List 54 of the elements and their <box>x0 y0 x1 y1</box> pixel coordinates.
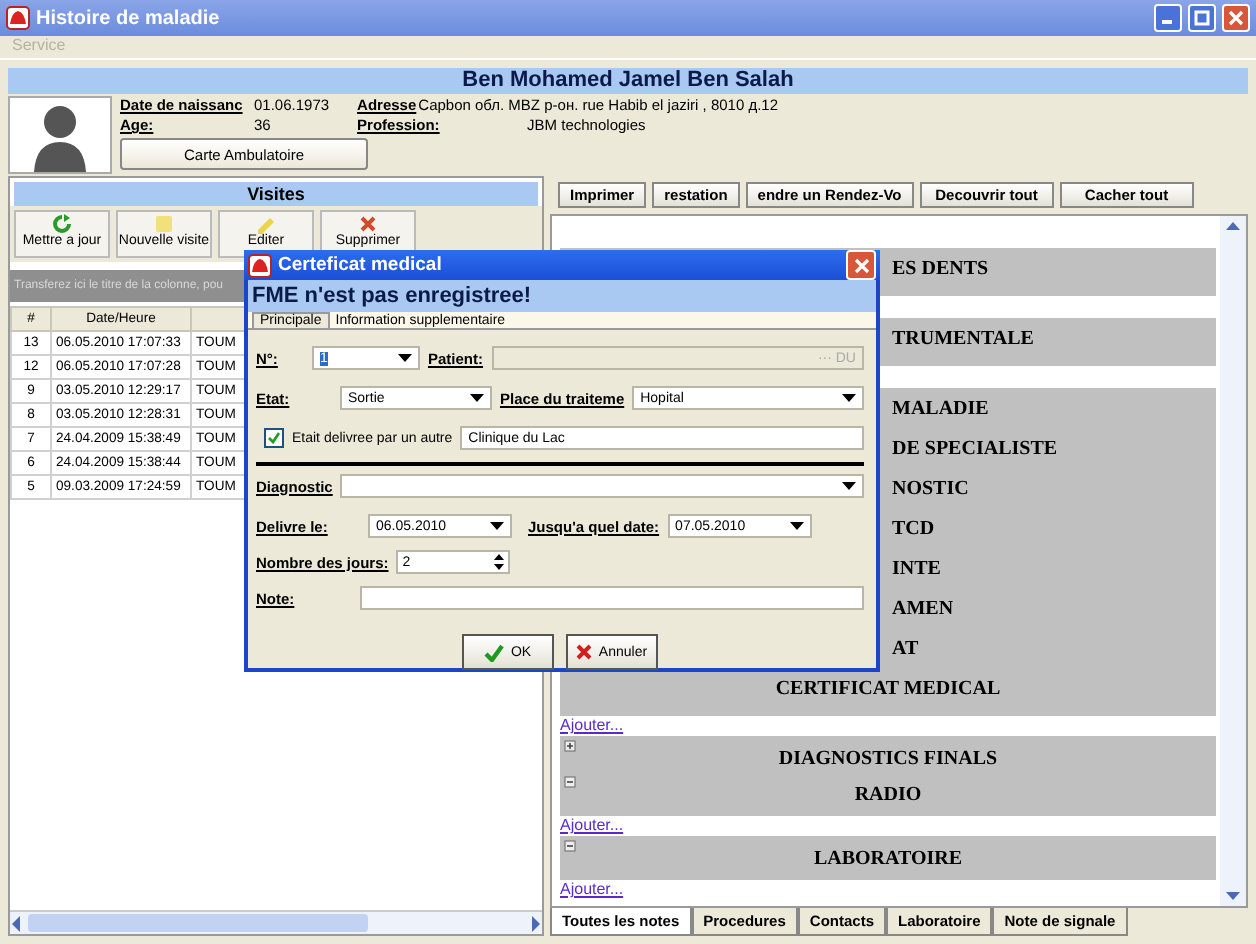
dropdown-arrow-icon <box>490 522 504 530</box>
expander-icon[interactable] <box>564 776 576 788</box>
minimize-button[interactable] <box>1154 4 1182 32</box>
section-title: DIAGNOSTICS FINALS <box>778 748 998 770</box>
window-title: Histoire de maladie <box>36 7 222 29</box>
delete-icon <box>358 214 378 234</box>
section-title: LABORATOIRE <box>813 848 963 870</box>
expander-icon[interactable] <box>564 740 576 752</box>
patient-name: Ben Mohamed Jamel Ben Salah <box>8 68 1248 94</box>
checkbox[interactable] <box>264 428 284 448</box>
maximize-icon <box>1194 10 1210 26</box>
scroll-down-icon <box>1226 892 1240 900</box>
dropdown-arrow-icon <box>842 482 856 490</box>
dropdown-arrow-icon <box>470 394 484 402</box>
section-title: TRUMENTALE <box>892 328 1034 350</box>
checkmark-icon <box>484 643 505 661</box>
add-link[interactable]: Ajouter... <box>560 716 624 736</box>
close-button[interactable] <box>846 250 876 280</box>
close-icon <box>1228 10 1244 26</box>
close-icon <box>853 257 869 273</box>
section-header: Visites <box>14 182 538 206</box>
scroll-right-icon <box>530 915 542 931</box>
section-title: MALADIE <box>892 398 989 420</box>
section-title: DE SPECIALISTE <box>892 438 1058 460</box>
pencil-icon <box>256 214 276 234</box>
close-button[interactable] <box>1222 4 1250 32</box>
spinner-arrows-icon <box>494 554 505 570</box>
dropdown-arrow-icon <box>398 354 412 362</box>
section-title: ES DENTS <box>892 258 989 280</box>
add-link[interactable]: Ajouter... <box>560 880 624 900</box>
section-title: AMEN <box>892 598 954 620</box>
section-title: CERTIFICAT MEDICAL <box>775 678 1001 700</box>
cross-icon <box>576 644 593 660</box>
section-title: INTE <box>892 558 941 580</box>
horizontal-scrollbar[interactable] <box>10 910 542 934</box>
section-title: NOSTIC <box>892 478 969 500</box>
app-icon <box>6 6 30 30</box>
scroll-up-icon <box>1226 222 1240 230</box>
dropdown-arrow-icon <box>789 522 804 530</box>
status-banner: FME n'est pas enregistree! <box>248 280 876 312</box>
dialog-title: Certeficat medical <box>278 254 444 276</box>
note-icon <box>154 214 174 234</box>
app-icon <box>248 253 272 277</box>
note-field[interactable] <box>360 586 864 610</box>
section-title: AT <box>892 638 919 660</box>
refresh-icon <box>52 214 72 234</box>
scroll-left-icon <box>10 915 22 931</box>
expander-icon[interactable] <box>564 840 576 852</box>
add-link[interactable]: Ajouter... <box>560 816 624 836</box>
maximize-button[interactable] <box>1188 4 1216 32</box>
dropdown-arrow-icon <box>842 394 856 402</box>
section-title: RADIO <box>854 784 922 806</box>
vertical-scrollbar[interactable] <box>1220 216 1246 906</box>
section-title: TCD <box>892 518 935 540</box>
